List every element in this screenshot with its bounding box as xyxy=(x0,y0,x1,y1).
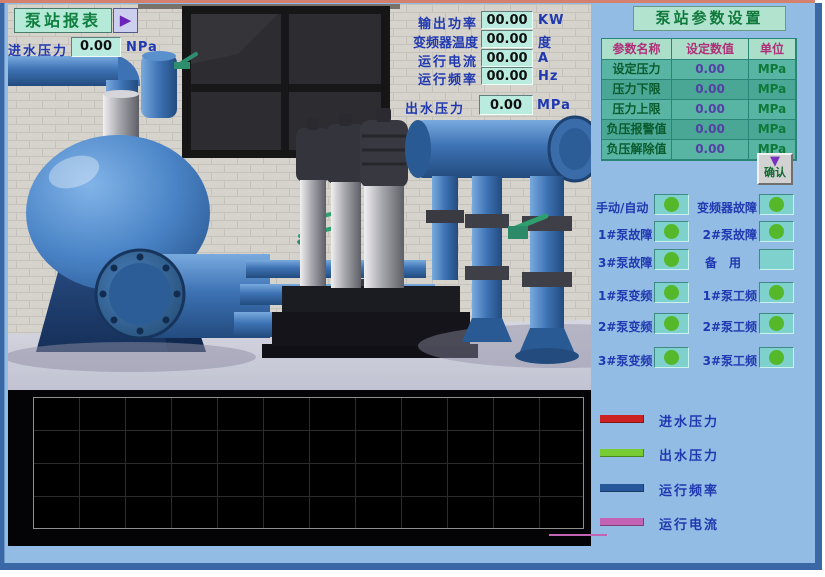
inlet-pressure-label: 进水压力 xyxy=(8,40,68,59)
param-name: 压力上限 xyxy=(602,100,672,120)
indicator-lamp-pump3-mains xyxy=(759,347,794,368)
indicator-label-pump3-fault: 3#泵故障 xyxy=(598,254,652,271)
trend-plot-area xyxy=(33,397,584,529)
lamp-icon xyxy=(769,197,784,212)
indicator-label-pump1-vfd: 1#泵变频 xyxy=(598,287,652,304)
indicator-label-pump1-fault: 1#泵故障 xyxy=(598,226,652,243)
param-setpoint[interactable]: 0.00 xyxy=(672,100,749,120)
indicator-lamp-spare xyxy=(759,249,794,270)
indicator-lamp-pump2-mains xyxy=(759,313,794,334)
outlet-pressure-value: 0.00 xyxy=(479,95,533,115)
settings-title: 泵站参数设置 xyxy=(633,6,786,31)
outlet-pressure-label: 出水压力 xyxy=(405,98,465,117)
trend-chart xyxy=(8,390,591,546)
lamp-icon xyxy=(664,197,679,212)
pump-motor xyxy=(296,118,330,286)
indicator-lamp-pump3-fault xyxy=(654,249,689,270)
settings-table: 参数名称 设定数值 单位 设定压力 0.00 MPa 压力下限 0.00 MPa… xyxy=(601,38,797,161)
right-border xyxy=(815,3,822,570)
run-frequency-unit: Hz xyxy=(538,69,558,84)
param-name: 设定压力 xyxy=(602,60,672,80)
left-border xyxy=(0,3,5,570)
lamp-icon xyxy=(664,316,679,331)
indicator-label-pump2-fault: 2#泵故障 xyxy=(689,226,757,243)
run-current-unit: A xyxy=(538,51,550,66)
run-frequency-label: 运行频率 xyxy=(403,69,478,88)
run-current-label: 运行电流 xyxy=(403,51,478,70)
indicator-label-manual-auto: 手动/自动 xyxy=(596,199,648,216)
legend-label-frequency: 运行频率 xyxy=(659,480,719,499)
bottom-border xyxy=(0,563,822,570)
param-name: 负压报警值 xyxy=(602,120,672,140)
legend-label-outlet: 出水压力 xyxy=(659,445,719,464)
run-current-value: 00.00 xyxy=(481,49,533,67)
inverter-temp-unit: 度 xyxy=(538,32,553,51)
lamp-icon xyxy=(664,252,679,267)
legend-swatch-inlet xyxy=(600,415,644,423)
param-unit: MPa xyxy=(749,100,796,120)
output-power-label: 输出功率 xyxy=(403,13,478,32)
run-frequency-value: 00.00 xyxy=(481,67,533,85)
inlet-pressure-value: 0.00 xyxy=(71,37,121,57)
lamp-icon xyxy=(664,285,679,300)
col-header-value: 设定数值 xyxy=(672,39,749,60)
indicator-lamp-pump1-mains xyxy=(759,282,794,303)
indicator-label-vfd-fault: 变频器故障 xyxy=(689,199,757,216)
indicator-label-pump3-vfd: 3#泵变频 xyxy=(598,352,652,369)
indicator-lamp-pump2-fault xyxy=(759,221,794,242)
inverter-temp-label: 变频器温度 xyxy=(398,32,478,51)
top-border xyxy=(0,0,815,3)
report-play-icon[interactable]: ▶ xyxy=(113,8,138,33)
param-name: 负压解除值 xyxy=(602,140,672,160)
indicator-label-pump3-mains: 3#泵工频 xyxy=(689,352,757,369)
indicator-label-pump2-mains: 2#泵工频 xyxy=(689,318,757,335)
confirm-button[interactable]: ▼ 确认 xyxy=(757,153,793,185)
outlet-pressure-unit: MPa xyxy=(537,98,571,113)
confirm-label: 确认 xyxy=(759,167,791,179)
lamp-icon xyxy=(769,224,784,239)
legend-swatch-current xyxy=(600,518,644,526)
indicator-label-spare: 备 用 xyxy=(689,254,757,271)
param-setpoint[interactable]: 0.00 xyxy=(672,140,749,160)
lamp-icon xyxy=(769,350,784,365)
param-unit: MPa xyxy=(749,80,796,100)
indicator-lamp-pump3-vfd xyxy=(654,347,689,368)
indicator-lamp-pump1-fault xyxy=(654,221,689,242)
pump-motor xyxy=(360,108,408,288)
indicator-label-pump2-vfd: 2#泵变频 xyxy=(598,318,652,335)
lamp-icon xyxy=(769,316,784,331)
param-setpoint[interactable]: 0.00 xyxy=(672,60,749,80)
legend-label-inlet: 进水压力 xyxy=(659,411,719,430)
param-setpoint[interactable]: 0.00 xyxy=(672,120,749,140)
legend-swatch-frequency xyxy=(600,484,644,492)
lamp-icon xyxy=(769,285,784,300)
inverter-temp-value: 00.00 xyxy=(481,30,533,48)
indicator-lamp-pump2-vfd xyxy=(654,313,689,334)
indicator-lamp-vfd-fault xyxy=(759,194,794,215)
indicator-label-pump1-mains: 1#泵工频 xyxy=(689,287,757,304)
legend-label-current: 运行电流 xyxy=(659,514,719,533)
inlet-pressure-unit: NPa xyxy=(126,40,158,55)
param-unit: MPa xyxy=(749,120,796,140)
indicator-lamp-pump1-vfd xyxy=(654,282,689,303)
indicator-lamp-manual-auto xyxy=(654,194,689,215)
report-button[interactable]: 泵站报表 xyxy=(14,8,112,33)
param-setpoint[interactable]: 0.00 xyxy=(672,80,749,100)
current-zero-trace xyxy=(549,534,607,536)
lamp-icon xyxy=(664,224,679,239)
col-header-name: 参数名称 xyxy=(602,39,672,60)
param-name: 压力下限 xyxy=(602,80,672,100)
output-power-value: 00.00 xyxy=(481,11,533,29)
output-power-unit: KW xyxy=(538,13,564,28)
param-unit: MPa xyxy=(749,60,796,80)
col-header-unit: 单位 xyxy=(749,39,796,60)
legend-swatch-outlet xyxy=(600,449,644,457)
lamp-icon xyxy=(664,350,679,365)
pump-station-hmi: 泵站报表 ▶ 进水压力 0.00 NPa 输出功率 00.00 KW 变频器温度… xyxy=(0,0,825,577)
